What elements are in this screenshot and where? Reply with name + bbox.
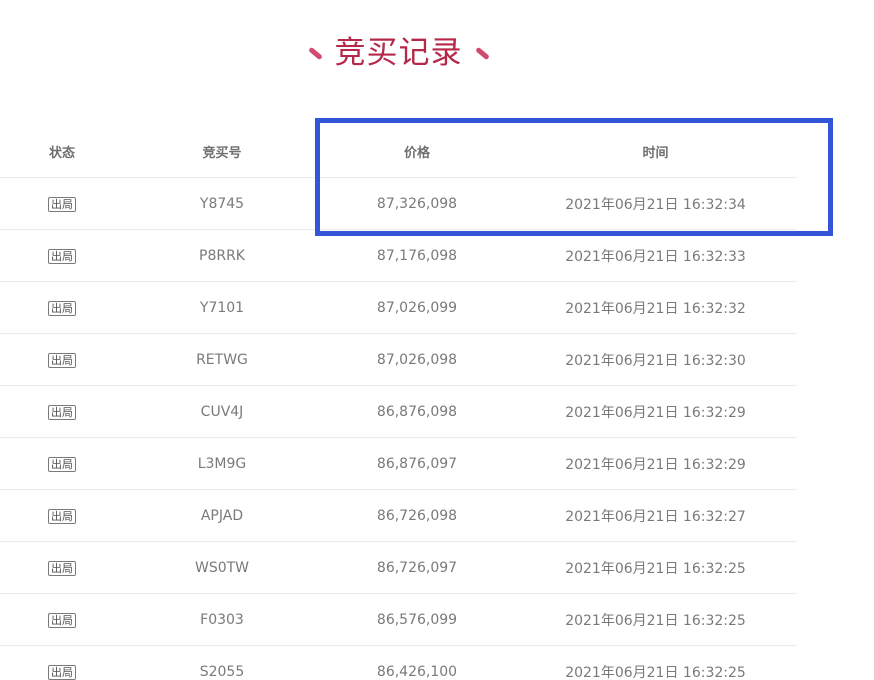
price-cell: 86,426,100 <box>320 645 514 680</box>
status-cell: 出局 <box>0 385 124 438</box>
bid-no-cell: Y7101 <box>124 281 320 334</box>
title-wrap: 竞买记录 <box>0 30 797 76</box>
status-cell: 出局 <box>0 541 124 594</box>
title-group: 竞买记录 <box>307 30 490 76</box>
time-cell: 2021年06月21日 16:32:25 <box>514 541 797 594</box>
price-cell: 86,876,097 <box>320 437 514 490</box>
status-cell: 出局 <box>0 177 124 230</box>
price-cell: 86,726,098 <box>320 489 514 542</box>
time-cell: 2021年06月21日 16:32:25 <box>514 593 797 646</box>
status-cell: 出局 <box>0 333 124 386</box>
title-left-dash-icon <box>307 46 323 60</box>
bid-no-cell: P8RRK <box>124 229 320 282</box>
status-cell: 出局 <box>0 645 124 680</box>
bid-no-cell: RETWG <box>124 333 320 386</box>
status-badge: 出局 <box>48 560 76 576</box>
price-cell: 86,726,097 <box>320 541 514 594</box>
table-row: 出局 Y8745 87,326,098 2021年06月21日 16:32:34 <box>0 177 797 230</box>
bid-no-cell: WS0TW <box>124 541 320 594</box>
bid-no-cell: L3M9G <box>124 437 320 490</box>
table-row: 出局 APJAD 86,726,098 2021年06月21日 16:32:27 <box>0 489 797 542</box>
table-row: 出局 F0303 86,576,099 2021年06月21日 16:32:25 <box>0 593 797 646</box>
status-badge: 出局 <box>48 456 76 472</box>
status-badge: 出局 <box>48 300 76 316</box>
status-badge: 出局 <box>48 248 76 264</box>
header-status: 状态 <box>0 126 124 178</box>
status-badge: 出局 <box>48 664 76 680</box>
price-cell: 87,176,098 <box>320 229 514 282</box>
status-badge: 出局 <box>48 612 76 628</box>
status-cell: 出局 <box>0 489 124 542</box>
table-row: 出局 WS0TW 86,726,097 2021年06月21日 16:32:25 <box>0 541 797 594</box>
status-badge: 出局 <box>48 508 76 524</box>
header-price: 价格 <box>320 126 514 178</box>
time-cell: 2021年06月21日 16:32:25 <box>514 645 797 680</box>
bid-no-cell: F0303 <box>124 593 320 646</box>
time-cell: 2021年06月21日 16:32:29 <box>514 437 797 490</box>
bid-records-table: 状态 竞买号 价格 时间 出局 Y8745 87,326,098 2021年06… <box>0 126 797 680</box>
table-row: 出局 Y7101 87,026,099 2021年06月21日 16:32:32 <box>0 281 797 334</box>
status-cell: 出局 <box>0 437 124 490</box>
time-cell: 2021年06月21日 16:32:30 <box>514 333 797 386</box>
bid-no-cell: Y8745 <box>124 177 320 230</box>
time-cell: 2021年06月21日 16:32:33 <box>514 229 797 282</box>
status-badge: 出局 <box>48 404 76 420</box>
price-cell: 86,576,099 <box>320 593 514 646</box>
bid-no-cell: S2055 <box>124 645 320 680</box>
price-cell: 86,876,098 <box>320 385 514 438</box>
table-row: 出局 RETWG 87,026,098 2021年06月21日 16:32:30 <box>0 333 797 386</box>
table-header-row: 状态 竞买号 价格 时间 <box>0 126 797 178</box>
title-right-dash-icon <box>474 46 490 60</box>
time-cell: 2021年06月21日 16:32:27 <box>514 489 797 542</box>
price-cell: 87,026,098 <box>320 333 514 386</box>
header-time: 时间 <box>514 126 797 178</box>
page-title: 竞买记录 <box>334 35 463 71</box>
status-badge: 出局 <box>48 196 76 212</box>
table-row: 出局 S2055 86,426,100 2021年06月21日 16:32:25 <box>0 645 797 680</box>
status-cell: 出局 <box>0 281 124 334</box>
time-cell: 2021年06月21日 16:32:32 <box>514 281 797 334</box>
table-row: 出局 P8RRK 87,176,098 2021年06月21日 16:32:33 <box>0 229 797 282</box>
bid-no-cell: APJAD <box>124 489 320 542</box>
time-cell: 2021年06月21日 16:32:29 <box>514 385 797 438</box>
status-cell: 出局 <box>0 229 124 282</box>
time-cell: 2021年06月21日 16:32:34 <box>514 177 797 230</box>
header-bid-no: 竞买号 <box>124 126 320 178</box>
status-badge: 出局 <box>48 352 76 368</box>
price-cell: 87,026,099 <box>320 281 514 334</box>
price-cell: 87,326,098 <box>320 177 514 230</box>
bid-no-cell: CUV4J <box>124 385 320 438</box>
status-cell: 出局 <box>0 593 124 646</box>
bid-records-container: 状态 竞买号 价格 时间 出局 Y8745 87,326,098 2021年06… <box>0 126 797 680</box>
table-row: 出局 CUV4J 86,876,098 2021年06月21日 16:32:29 <box>0 385 797 438</box>
table-row: 出局 L3M9G 86,876,097 2021年06月21日 16:32:29 <box>0 437 797 490</box>
